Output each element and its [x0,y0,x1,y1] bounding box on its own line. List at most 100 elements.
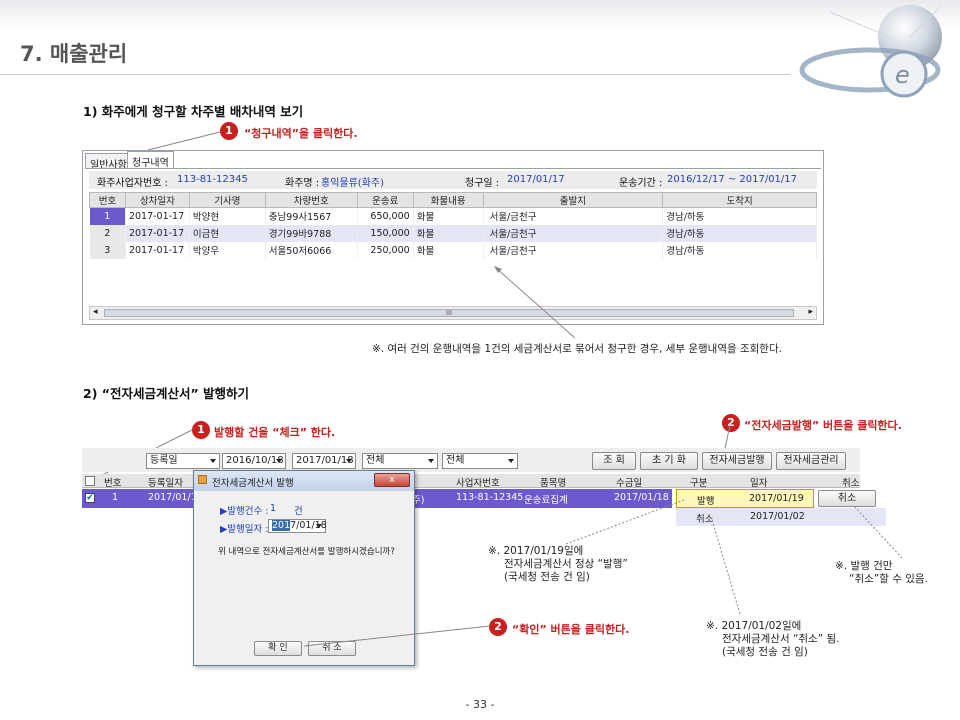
cell: 650,000 [357,207,414,225]
section2-heading: 2) “전자세금계산서” 발행하기 [83,386,250,401]
chevron-down-icon [428,459,434,463]
callout-text: 발행할 건을 “체크” 한다. [214,426,336,439]
note-line: ※. 발행 건만 [835,560,893,572]
table-row[interactable]: 1 2017-01-17 박양현 충남99사1567 650,000 화물 서울… [89,207,817,225]
svg-text:e: e [895,61,910,89]
note-line: “취소”할 수 있음. [849,573,928,585]
date-label: ▶발행일자 : [220,524,269,535]
manage-taxinvoice-button[interactable]: 전자세금관리 [776,452,846,470]
horizontal-scrollbar[interactable]: ◂ III ▸ [89,306,817,320]
cell: 2017-01-17 [125,241,190,259]
cell: 화물 [413,224,484,242]
type-cell: 발행 [697,496,715,507]
note-pointer [565,499,685,545]
cell: 서울/금천구 [483,207,664,225]
col-header: 도착지 [662,192,817,208]
ok-button[interactable]: 확 인 [254,641,302,656]
col-header: 일자 [750,478,768,489]
filter1-select[interactable]: 전체 [362,453,438,469]
issue-taxinvoice-button[interactable]: 전자세금발행 [702,452,772,470]
shipper-value: 홍익물류(화주) [321,178,385,189]
cell: 충남99사1567 [265,207,358,225]
date-from-value: 2016/10/18 [226,455,284,466]
col-header: 품목명 [540,478,567,489]
scroll-thumb[interactable]: III [104,309,794,317]
page-number: - 33 - [465,698,495,711]
note-line: 전자세금계산서 정상 “발행” [504,558,628,570]
chevron-down-icon [276,459,282,463]
note-pointer [494,266,576,339]
cell: 박양우 [189,241,266,259]
row-checkbox[interactable]: ✔ [85,493,95,503]
date-cell: 2017/01/19 [749,493,804,504]
col-header: 출발지 [482,192,664,208]
close-icon[interactable]: x [374,473,410,487]
chevron-down-icon [346,459,352,463]
row-number: 2 [89,224,126,242]
dialog-titlebar: 전자세금계산서 발행 x [194,471,414,491]
reset-button[interactable]: 초 기 화 [640,452,698,470]
note-line: 전자세금계산서 “취소” 됨. [722,633,840,645]
cell: 서울/금천구 [483,241,664,259]
cell: 화물 [413,241,484,259]
subrow-issued[interactable]: 발행 2017/01/19 [676,489,814,508]
billdate-value: 2017/01/17 [507,174,565,185]
cell: 250,000 [357,241,414,259]
search-button[interactable]: 조 회 [592,452,636,470]
col-header: 운송료 [356,192,414,208]
date-from-picker[interactable]: 2016/10/18 [222,453,286,469]
issue-date-picker[interactable]: 2017/01/18 [268,519,327,533]
tab-general[interactable]: 일반사항 [85,153,132,171]
cell: 경남/하동 [662,207,817,225]
col-header: 기사명 [188,192,266,208]
filter2-value: 전체 [446,455,465,466]
col-header: 구분 [690,478,708,489]
col-header: 취소 [842,478,860,489]
cell: 경남/하동 [662,224,817,242]
shipper-label: 화주명 : [285,178,320,189]
col-header: 번호 [89,192,126,208]
date-to-value: 2017/01/18 [296,455,354,466]
scroll-right-icon[interactable]: ▸ [808,307,813,317]
confirm-message: 위 내역으로 전자세금계산서를 발행하시겠습니까? [218,547,395,557]
billdate-label: 청구일 : [465,178,500,189]
bizno-value: 113-81-12345 [177,174,248,185]
cell: 경남/하동 [662,241,817,259]
chevron-down-icon [508,459,514,463]
filter2-select[interactable]: 전체 [442,453,518,469]
scroll-left-icon[interactable]: ◂ [93,307,98,317]
cell: 박양현 [189,207,266,225]
row-number: 3 [89,241,126,259]
cell: 서울/금천구 [483,224,664,242]
billing-window: 일반사항 청구내역 화주사업자번호 : 113-81-12345 화주명 : 홍… [82,150,824,325]
table-row[interactable]: 3 2017-01-17 박양우 서울50저6066 250,000 화물 서울… [89,241,817,259]
cell: 경기99바9788 [265,224,358,242]
period-value: 2016/12/17 ~ 2017/01/17 [667,174,798,185]
note-pointer [853,505,903,559]
select-all-checkbox[interactable] [85,476,95,486]
col-header: 차량번호 [264,192,358,208]
cell: 2017-01-17 [125,207,190,225]
bizno-label: 화주사업자번호 : [97,178,168,189]
grid-header: 번호 상차일자 기사명 차량번호 운송료 화물내용 출발지 도착지 [89,192,817,208]
row-number: 1 [112,492,119,503]
tab-divider [85,168,821,169]
col-header: 화물내용 [412,192,484,208]
date-to-picker[interactable]: 2017/01/18 [292,453,356,469]
table-row[interactable]: 2 2017-01-17 이금현 경기99바9788 150,000 화물 서울… [89,224,817,242]
issue-note: ※. 2017/01/19일에 전자세금계산서 정상 “발행” (국세청 전송 … [488,545,628,584]
note-line: ※. 2017/01/19일에 [488,545,584,557]
note-line: (국세청 전송 건 임) [722,646,808,658]
page-title: 7. 매출관리 [20,42,128,66]
note-line: (국세청 전송 건 임) [504,571,590,583]
tab-billing[interactable]: 청구내역 [127,151,174,169]
count-label: ▶발행건수 : [220,506,269,517]
filter1-value: 전체 [366,455,385,466]
cell: 서울50저6066 [265,241,358,259]
app-icon [198,475,207,484]
note-line: ※. 2017/01/02일에 [706,620,802,632]
date-type-select[interactable]: 등록일 [146,453,220,469]
callout-text: “청구내역”을 클릭한다. [244,127,358,140]
cell: 이금현 [189,224,266,242]
callout-text: “전자세금발행” 버튼을 클릭한다. [744,419,902,432]
